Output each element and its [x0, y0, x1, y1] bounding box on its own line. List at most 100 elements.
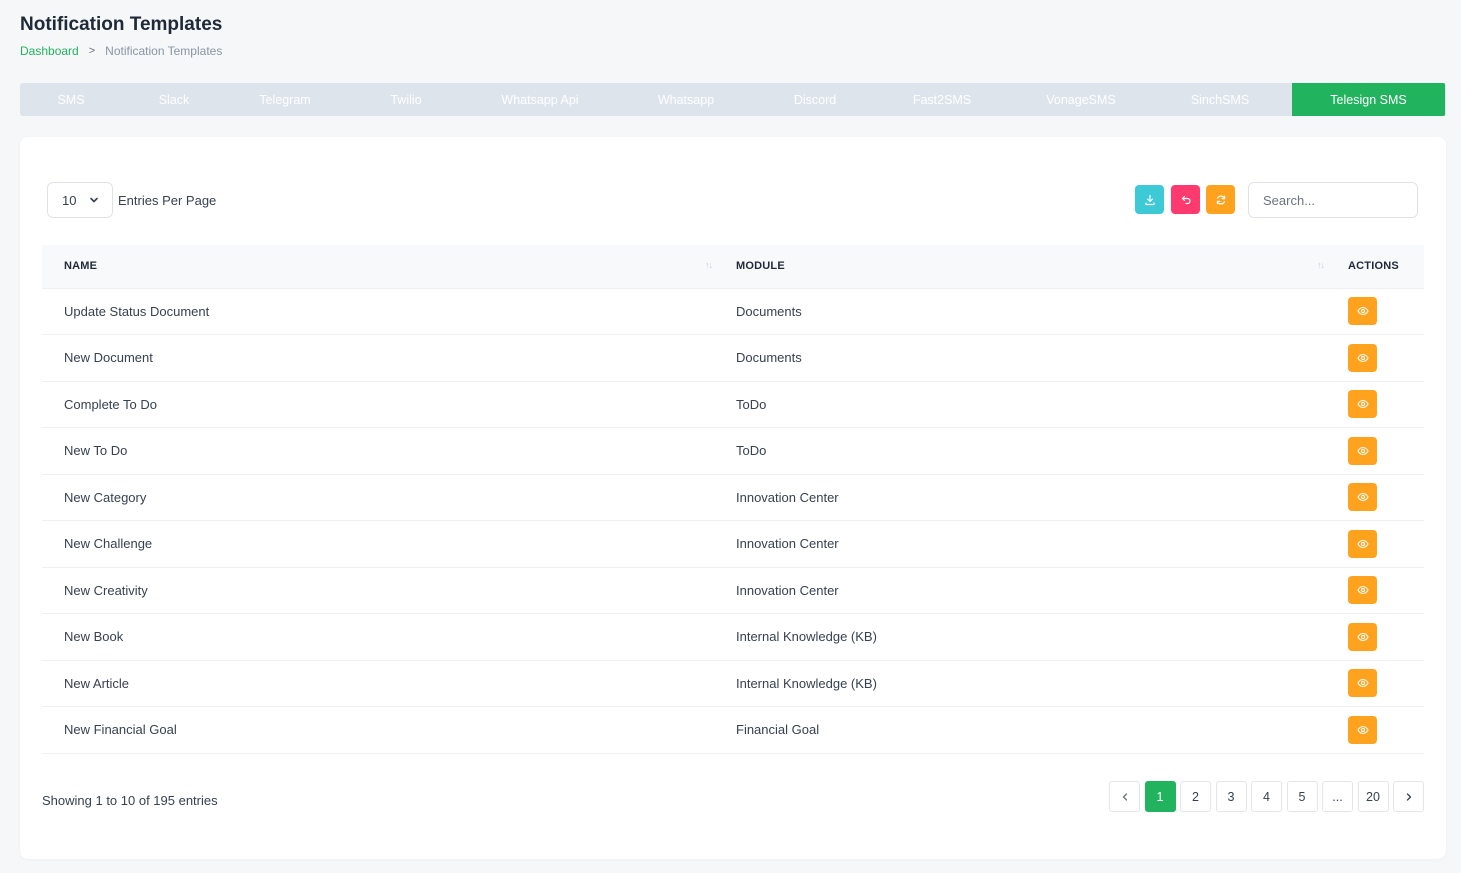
- table-header-row: NAME ↑↓ MODULE ↑↓ ACTIONS: [42, 245, 1424, 288]
- table-row: New Document Documents: [42, 335, 1424, 382]
- table-row: Complete To Do ToDo: [42, 381, 1424, 428]
- download-icon: [1144, 194, 1155, 205]
- page-title: Notification Templates: [20, 14, 223, 35]
- refresh-button[interactable]: [1206, 185, 1235, 214]
- view-button[interactable]: [1348, 436, 1377, 465]
- view-button[interactable]: [1348, 576, 1377, 605]
- template-module: Innovation Center: [736, 582, 839, 598]
- page-ellipsis[interactable]: ...: [1322, 781, 1353, 812]
- search-input[interactable]: [1248, 182, 1418, 218]
- template-module: Documents: [736, 303, 802, 319]
- view-button[interactable]: [1348, 715, 1377, 744]
- table-row: New Challenge Innovation Center: [42, 521, 1424, 568]
- eye-icon: [1356, 539, 1369, 548]
- templates-table: NAME ↑↓ MODULE ↑↓ ACTIONS Update Status Do…: [42, 245, 1424, 754]
- eye-icon: [1356, 493, 1369, 502]
- sort-icon: ↑↓: [1317, 260, 1325, 270]
- templates-card: 10 Entries Per Page NAME ↑↓ MODULE ↑↓ ACTI…: [20, 137, 1446, 859]
- row-actions: [1326, 567, 1424, 614]
- refresh-icon: [1216, 195, 1225, 204]
- template-module: Documents: [736, 350, 802, 366]
- template-module: Financial Goal: [736, 722, 820, 738]
- table-row: New Article Internal Knowledge (KB): [42, 660, 1424, 707]
- row-actions: [1326, 335, 1424, 382]
- reset-button[interactable]: [1171, 185, 1200, 214]
- row-actions: [1326, 288, 1424, 335]
- tab-twilio[interactable]: Twilio: [344, 83, 468, 116]
- view-button[interactable]: [1348, 297, 1377, 326]
- table-row: New To Do ToDo: [42, 428, 1424, 475]
- name-column-header[interactable]: NAME ↑↓: [42, 245, 714, 288]
- tab-telegram[interactable]: Telegram: [226, 83, 344, 116]
- prev-page-button[interactable]: [1109, 781, 1140, 812]
- tab-slack[interactable]: Slack: [122, 83, 226, 116]
- page-button[interactable]: 20: [1357, 781, 1389, 812]
- breadcrumb-link-dashboard[interactable]: Dashboard: [20, 44, 79, 58]
- eye-icon: [1356, 400, 1369, 409]
- sort-icon: ↑↓: [705, 260, 713, 270]
- template-name: New Challenge: [64, 536, 153, 552]
- template-name: New Book: [64, 629, 124, 645]
- table-row: New Book Internal Knowledge (KB): [42, 614, 1424, 661]
- template-module: Internal Knowledge (KB): [736, 629, 877, 645]
- template-name: Complete To Do: [64, 396, 157, 412]
- template-module: Internal Knowledge (KB): [736, 675, 877, 691]
- page-button[interactable]: 2: [1180, 781, 1211, 812]
- module-header-label: MODULE: [736, 260, 785, 273]
- row-actions: [1326, 381, 1424, 428]
- row-actions: [1326, 428, 1424, 475]
- tab-telesign-sms[interactable]: Telesign SMS: [1292, 83, 1445, 116]
- actions-header-label: ACTIONS: [1348, 260, 1399, 273]
- tab-whatsapp[interactable]: Whatsapp: [612, 83, 760, 116]
- row-actions: [1326, 614, 1424, 661]
- breadcrumb-current: Notification Templates: [105, 44, 223, 58]
- row-actions: [1326, 474, 1424, 521]
- eye-icon: [1356, 632, 1369, 641]
- next-page-button[interactable]: [1393, 781, 1424, 812]
- page-button[interactable]: 3: [1215, 781, 1247, 812]
- view-button[interactable]: [1348, 529, 1377, 558]
- entries-per-page-select[interactable]: 10: [47, 182, 113, 218]
- template-name: Update Status Document: [64, 303, 210, 319]
- entries-per-page-label: Entries Per Page: [118, 193, 217, 208]
- eye-icon: [1356, 307, 1369, 316]
- view-button[interactable]: [1348, 622, 1377, 651]
- template-name: New Article: [64, 675, 130, 691]
- view-button[interactable]: [1348, 669, 1377, 698]
- template-name: New Category: [64, 489, 147, 505]
- template-module: Innovation Center: [736, 536, 839, 552]
- entries-per-page-value: 10: [62, 192, 77, 208]
- row-actions: [1326, 521, 1424, 568]
- chevron-left-icon: [1122, 792, 1127, 801]
- template-name: New To Do: [64, 443, 128, 459]
- table-row: New Creativity Innovation Center: [42, 567, 1424, 614]
- tab-sinchsms[interactable]: SinchSMS: [1148, 83, 1292, 116]
- template-module: ToDo: [736, 396, 767, 412]
- breadcrumb: Dashboard > Notification Templates: [20, 44, 222, 58]
- breadcrumb-separator: >: [88, 45, 96, 57]
- table-row: Update Status Document Documents: [42, 288, 1424, 335]
- eye-icon: [1356, 725, 1369, 734]
- template-name: New Document: [64, 350, 153, 366]
- tab-whatsapp-api[interactable]: Whatsapp Api: [468, 83, 612, 116]
- module-column-header[interactable]: MODULE ↑↓: [714, 245, 1326, 288]
- row-actions: [1326, 660, 1424, 707]
- tab-sms[interactable]: SMS: [20, 83, 122, 116]
- view-button[interactable]: [1348, 343, 1377, 372]
- table-row: New Financial Goal Financial Goal: [42, 707, 1424, 753]
- page-button[interactable]: 5: [1286, 781, 1318, 812]
- view-button[interactable]: [1348, 390, 1377, 419]
- template-name: New Creativity: [64, 582, 148, 598]
- tab-discord[interactable]: Discord: [760, 83, 870, 116]
- chevron-down-icon: [90, 197, 98, 203]
- table-info: Showing 1 to 10 of 195 entries: [42, 793, 218, 808]
- reset-icon: [1181, 195, 1191, 204]
- eye-icon: [1356, 586, 1369, 595]
- export-download-button[interactable]: [1135, 185, 1164, 214]
- page-button[interactable]: 4: [1251, 781, 1282, 812]
- tab-fast2sms[interactable]: Fast2SMS: [870, 83, 1014, 116]
- notification-channel-tabs: SMS Slack Telegram Twilio Whatsapp Api Whatsa…: [20, 83, 1446, 116]
- tab-vonagesms[interactable]: VonageSMS: [1014, 83, 1148, 116]
- view-button[interactable]: [1348, 483, 1377, 512]
- page-button[interactable]: 1: [1144, 781, 1176, 812]
